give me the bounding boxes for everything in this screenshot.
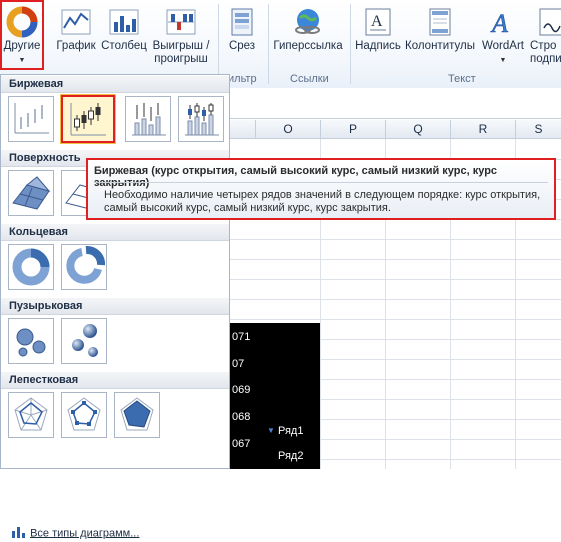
filled-radar-icon [120,397,154,431]
grid-line [230,299,561,300]
column-chart-icon [108,6,140,38]
grid-line [230,259,561,260]
axis-tick-label: 071 [232,331,251,343]
signature-line-label-2: подпи [530,53,561,65]
other-charts-icon [6,6,38,38]
legend-marker-icon: ▼ [267,426,275,435]
dropdown-arrow-icon: ▼ [18,57,26,64]
surface-3d-icon [12,176,51,210]
stock-ohlc-icon [70,103,106,136]
textbox-icon: A [362,6,394,38]
line-chart-icon [60,6,92,38]
bubble-icon [16,328,46,357]
bubble-3d-icon [72,324,98,357]
signature-line-icon [536,6,561,38]
filter-group-label: ильтр [228,73,257,85]
legend-entry: Ряд1 [278,425,304,437]
signature-line-button[interactable]: Стро подпи [530,2,561,68]
radar-markers-thumbnail[interactable] [61,392,107,438]
section-header-doughnut: Кольцевая [1,224,229,241]
stock-volume-ohlc-thumbnail[interactable] [178,96,224,142]
radar-markers-icon [67,397,101,431]
grid-line [230,279,561,280]
other-charts-gallery: Биржевая Поверхность Кольцевая Пузырьков… [0,74,230,539]
all-chart-types-link[interactable]: Все типы диаграмм... [11,525,139,542]
column-label: Столбец [101,40,147,52]
column-header-q[interactable]: Q [386,120,451,139]
header-footer-label: Колонтитулы [405,40,475,52]
section-header-stock: Биржевая [1,76,229,93]
tooltip-divider [94,182,548,183]
radar-thumbnail[interactable] [8,392,54,438]
column-header-partial[interactable] [230,120,256,139]
exploded-doughnut-icon [66,246,105,284]
column-header-o[interactable]: O [256,120,321,139]
textbox-label: Надпись [355,40,401,52]
slicer-icon [226,6,258,38]
hyperlink-icon [292,6,324,38]
win-loss-button[interactable]: Выигрыш / проигрыш [150,2,212,68]
win-loss-label: Выигрыш / [152,40,210,52]
doughnut-thumbnail[interactable] [8,244,54,290]
group-separator [350,4,351,84]
section-header-bubble: Пузырьковая [1,298,229,315]
bubble-3d-thumbnail[interactable] [61,318,107,364]
legend-entry: Ряд2 [278,450,304,462]
column-header-p[interactable]: P [321,120,386,139]
axis-tick-label: 07 [232,358,245,370]
chart-type-tooltip: Биржевая (курс открытия, самый высокий к… [86,158,556,220]
other-charts-label: Другие [3,40,41,52]
line-sparkline-button[interactable]: График [54,2,98,68]
svg-text:A: A [371,13,383,30]
section-header-radar: Лепестковая [1,372,229,389]
axis-tick-label: 067 [232,438,251,450]
grid-line [230,239,561,240]
other-charts-button[interactable]: Другие ▼ [0,0,44,70]
grid-line [230,319,561,320]
axis-tick-label: 068 [232,411,251,423]
stock-ohlc-thumbnail[interactable] [60,94,116,144]
tooltip-title: Биржевая (курс открытия, самый высокий к… [94,165,498,189]
stock-volume-hlc-icon [132,103,166,136]
column-header-r[interactable]: R [451,120,516,139]
column-header-s[interactable]: S [516,120,561,139]
formula-bar[interactable] [230,96,561,119]
stock-hlc-icon [14,103,49,134]
stock-high-low-close-thumbnail[interactable] [8,96,54,142]
textbox-button[interactable]: A Надпись [353,2,403,68]
stock-volume-ohlc-icon [185,103,219,136]
links-group-label: Ссылки [290,73,329,85]
hyperlink-label: Гиперссылка [273,40,343,52]
group-separator [268,4,269,84]
win-loss-label-2: проигрыш [154,53,208,65]
header-footer-button[interactable]: Колонтитулы [404,2,476,68]
tooltip-body: Необходимо наличие четырех рядов значени… [104,189,541,214]
wordart-button[interactable]: A WordArt ▼ [478,2,528,68]
dropdown-arrow-icon: ▼ [499,57,507,64]
svg-text:A: A [490,9,508,38]
text-group-label: Текст [448,73,476,85]
column-sparkline-button[interactable]: Столбец [99,2,149,68]
signature-line-label: Стро [530,40,557,52]
axis-tick-label: 069 [232,384,251,396]
group-separator [218,4,219,84]
wordart-label: WordArt [482,40,524,52]
slicer-button[interactable]: Срез [222,2,262,68]
surface-3d-thumbnail[interactable] [8,170,54,216]
chart-types-icon [11,525,27,542]
embedded-chart-fragment[interactable]: 071 07 069 068 067 ▼ Ряд1 Ряд2 [230,323,320,469]
win-loss-icon [165,6,197,38]
all-chart-types-label: Все типы диаграмм... [30,527,140,540]
exploded-doughnut-thumbnail[interactable] [61,244,107,290]
stock-volume-hlc-thumbnail[interactable] [125,96,171,142]
doughnut-icon [12,248,50,286]
hyperlink-button[interactable]: Гиперссылка [272,2,344,68]
bubble-thumbnail[interactable] [8,318,54,364]
header-footer-icon [424,6,456,38]
radar-icon [14,397,48,431]
line-label: График [56,40,96,52]
wordart-icon: A [487,6,519,39]
slicer-label: Срез [228,40,256,52]
filled-radar-thumbnail[interactable] [114,392,160,438]
